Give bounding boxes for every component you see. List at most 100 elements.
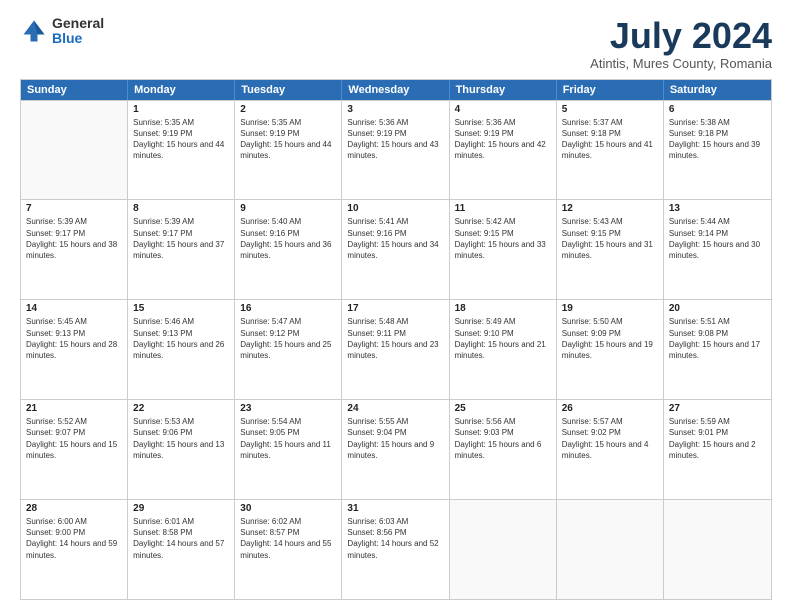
day-number: 9	[240, 203, 336, 214]
day-number: 12	[562, 203, 658, 214]
day-info: Sunrise: 6:00 AMSunset: 9:00 PMDaylight:…	[26, 516, 122, 561]
calendar-cell: 10Sunrise: 5:41 AMSunset: 9:16 PMDayligh…	[342, 200, 449, 299]
day-info: Sunrise: 5:40 AMSunset: 9:16 PMDaylight:…	[240, 216, 336, 261]
calendar-row: 28 Sunrise: 6:00 AMSunset: 9:00 PMDayligh…	[21, 499, 771, 599]
calendar-cell: 22 Sunrise: 5:53 AMSunset: 9:06 PMDayligh…	[128, 400, 235, 499]
calendar-header: SundayMondayTuesdayWednesdayThursdayFrid…	[21, 80, 771, 100]
day-info: Sunrise: 5:35 AMSunset: 9:19 PMDaylight:…	[133, 117, 229, 162]
calendar-cell	[664, 500, 771, 599]
calendar-cell: 18 Sunrise: 5:49 AMSunset: 9:10 PMDayligh…	[450, 300, 557, 399]
day-info: Sunrise: 5:50 AMSunset: 9:09 PMDaylight:…	[562, 316, 658, 361]
day-number: 15	[133, 303, 229, 314]
day-info: Sunrise: 5:56 AMSunset: 9:03 PMDaylight:…	[455, 416, 551, 461]
calendar-cell: 26 Sunrise: 5:57 AMSunset: 9:02 PMDayligh…	[557, 400, 664, 499]
day-number: 18	[455, 303, 551, 314]
calendar-cell: 30 Sunrise: 6:02 AMSunset: 8:57 PMDayligh…	[235, 500, 342, 599]
month-title: July 2024	[590, 16, 772, 56]
calendar-cell: 13Sunrise: 5:44 AMSunset: 9:14 PMDayligh…	[664, 200, 771, 299]
day-number: 3	[347, 104, 443, 115]
day-number: 4	[455, 104, 551, 115]
title-block: July 2024 Atintis, Mures County, Romania	[590, 16, 772, 71]
calendar-cell: 3 Sunrise: 5:36 AMSunset: 9:19 PMDaylight…	[342, 101, 449, 200]
calendar-cell: 15 Sunrise: 5:46 AMSunset: 9:13 PMDayligh…	[128, 300, 235, 399]
day-number: 14	[26, 303, 122, 314]
calendar-body: 1 Sunrise: 5:35 AMSunset: 9:19 PMDaylight…	[21, 100, 771, 599]
day-number: 6	[669, 104, 766, 115]
day-info: Sunrise: 5:42 AMSunset: 9:15 PMDaylight:…	[455, 216, 551, 261]
day-info: Sunrise: 5:53 AMSunset: 9:06 PMDaylight:…	[133, 416, 229, 461]
calendar-cell: 17Sunrise: 5:48 AMSunset: 9:11 PMDayligh…	[342, 300, 449, 399]
day-info: Sunrise: 5:39 AMSunset: 9:17 PMDaylight:…	[26, 216, 122, 261]
day-number: 30	[240, 503, 336, 514]
day-info: Sunrise: 5:49 AMSunset: 9:10 PMDaylight:…	[455, 316, 551, 361]
logo-general: General	[52, 16, 104, 31]
day-number: 28	[26, 503, 122, 514]
day-info: Sunrise: 5:51 AMSunset: 9:08 PMDaylight:…	[669, 316, 766, 361]
weekday-header: Sunday	[21, 80, 128, 100]
calendar-cell: 25 Sunrise: 5:56 AMSunset: 9:03 PMDayligh…	[450, 400, 557, 499]
day-info: Sunrise: 5:57 AMSunset: 9:02 PMDaylight:…	[562, 416, 658, 461]
calendar-row: 1 Sunrise: 5:35 AMSunset: 9:19 PMDaylight…	[21, 100, 771, 200]
header: General Blue July 2024 Atintis, Mures Co…	[20, 16, 772, 71]
day-info: Sunrise: 5:43 AMSunset: 9:15 PMDaylight:…	[562, 216, 658, 261]
day-number: 22	[133, 403, 229, 414]
calendar-cell: 11 Sunrise: 5:42 AMSunset: 9:15 PMDayligh…	[450, 200, 557, 299]
day-number: 20	[669, 303, 766, 314]
day-number: 7	[26, 203, 122, 214]
day-number: 19	[562, 303, 658, 314]
day-number: 5	[562, 104, 658, 115]
day-info: Sunrise: 5:41 AMSunset: 9:16 PMDaylight:…	[347, 216, 443, 261]
calendar-cell: 12 Sunrise: 5:43 AMSunset: 9:15 PMDayligh…	[557, 200, 664, 299]
weekday-header: Monday	[128, 80, 235, 100]
calendar-row: 14 Sunrise: 5:45 AMSunset: 9:13 PMDayligh…	[21, 299, 771, 399]
calendar-cell: 24Sunrise: 5:55 AMSunset: 9:04 PMDayligh…	[342, 400, 449, 499]
location-subtitle: Atintis, Mures County, Romania	[590, 56, 772, 71]
calendar-row: 7 Sunrise: 5:39 AMSunset: 9:17 PMDaylight…	[21, 199, 771, 299]
day-info: Sunrise: 5:47 AMSunset: 9:12 PMDaylight:…	[240, 316, 336, 361]
page: General Blue July 2024 Atintis, Mures Co…	[0, 0, 792, 612]
calendar-cell: 4 Sunrise: 5:36 AMSunset: 9:19 PMDaylight…	[450, 101, 557, 200]
calendar-cell: 6 Sunrise: 5:38 AMSunset: 9:18 PMDaylight…	[664, 101, 771, 200]
calendar: SundayMondayTuesdayWednesdayThursdayFrid…	[20, 79, 772, 600]
day-info: Sunrise: 5:45 AMSunset: 9:13 PMDaylight:…	[26, 316, 122, 361]
day-info: Sunrise: 5:36 AMSunset: 9:19 PMDaylight:…	[347, 117, 443, 162]
calendar-cell: 16 Sunrise: 5:47 AMSunset: 9:12 PMDayligh…	[235, 300, 342, 399]
logo-icon	[20, 17, 48, 45]
logo-text: General Blue	[52, 16, 104, 47]
calendar-cell: 5 Sunrise: 5:37 AMSunset: 9:18 PMDaylight…	[557, 101, 664, 200]
weekday-header: Friday	[557, 80, 664, 100]
day-number: 17	[347, 303, 443, 314]
day-number: 26	[562, 403, 658, 414]
day-number: 25	[455, 403, 551, 414]
day-number: 1	[133, 104, 229, 115]
day-info: Sunrise: 5:54 AMSunset: 9:05 PMDaylight:…	[240, 416, 336, 461]
day-info: Sunrise: 5:38 AMSunset: 9:18 PMDaylight:…	[669, 117, 766, 162]
day-info: Sunrise: 5:39 AMSunset: 9:17 PMDaylight:…	[133, 216, 229, 261]
calendar-cell: 20 Sunrise: 5:51 AMSunset: 9:08 PMDayligh…	[664, 300, 771, 399]
day-info: Sunrise: 5:52 AMSunset: 9:07 PMDaylight:…	[26, 416, 122, 461]
day-number: 24	[347, 403, 443, 414]
calendar-cell: 21 Sunrise: 5:52 AMSunset: 9:07 PMDayligh…	[21, 400, 128, 499]
calendar-cell: 29Sunrise: 6:01 AMSunset: 8:58 PMDayligh…	[128, 500, 235, 599]
day-number: 21	[26, 403, 122, 414]
calendar-cell: 27Sunrise: 5:59 AMSunset: 9:01 PMDayligh…	[664, 400, 771, 499]
day-number: 2	[240, 104, 336, 115]
day-number: 29	[133, 503, 229, 514]
calendar-cell: 1 Sunrise: 5:35 AMSunset: 9:19 PMDaylight…	[128, 101, 235, 200]
day-info: Sunrise: 6:02 AMSunset: 8:57 PMDaylight:…	[240, 516, 336, 561]
weekday-header: Tuesday	[235, 80, 342, 100]
calendar-cell: 9 Sunrise: 5:40 AMSunset: 9:16 PMDaylight…	[235, 200, 342, 299]
weekday-header: Wednesday	[342, 80, 449, 100]
day-info: Sunrise: 5:37 AMSunset: 9:18 PMDaylight:…	[562, 117, 658, 162]
calendar-cell: 23Sunrise: 5:54 AMSunset: 9:05 PMDayligh…	[235, 400, 342, 499]
logo: General Blue	[20, 16, 104, 47]
calendar-cell: 2Sunrise: 5:35 AMSunset: 9:19 PMDaylight…	[235, 101, 342, 200]
calendar-cell: 19 Sunrise: 5:50 AMSunset: 9:09 PMDayligh…	[557, 300, 664, 399]
day-info: Sunrise: 5:44 AMSunset: 9:14 PMDaylight:…	[669, 216, 766, 261]
day-number: 11	[455, 203, 551, 214]
day-info: Sunrise: 5:36 AMSunset: 9:19 PMDaylight:…	[455, 117, 551, 162]
weekday-header: Saturday	[664, 80, 771, 100]
day-info: Sunrise: 5:46 AMSunset: 9:13 PMDaylight:…	[133, 316, 229, 361]
day-number: 16	[240, 303, 336, 314]
calendar-cell	[557, 500, 664, 599]
